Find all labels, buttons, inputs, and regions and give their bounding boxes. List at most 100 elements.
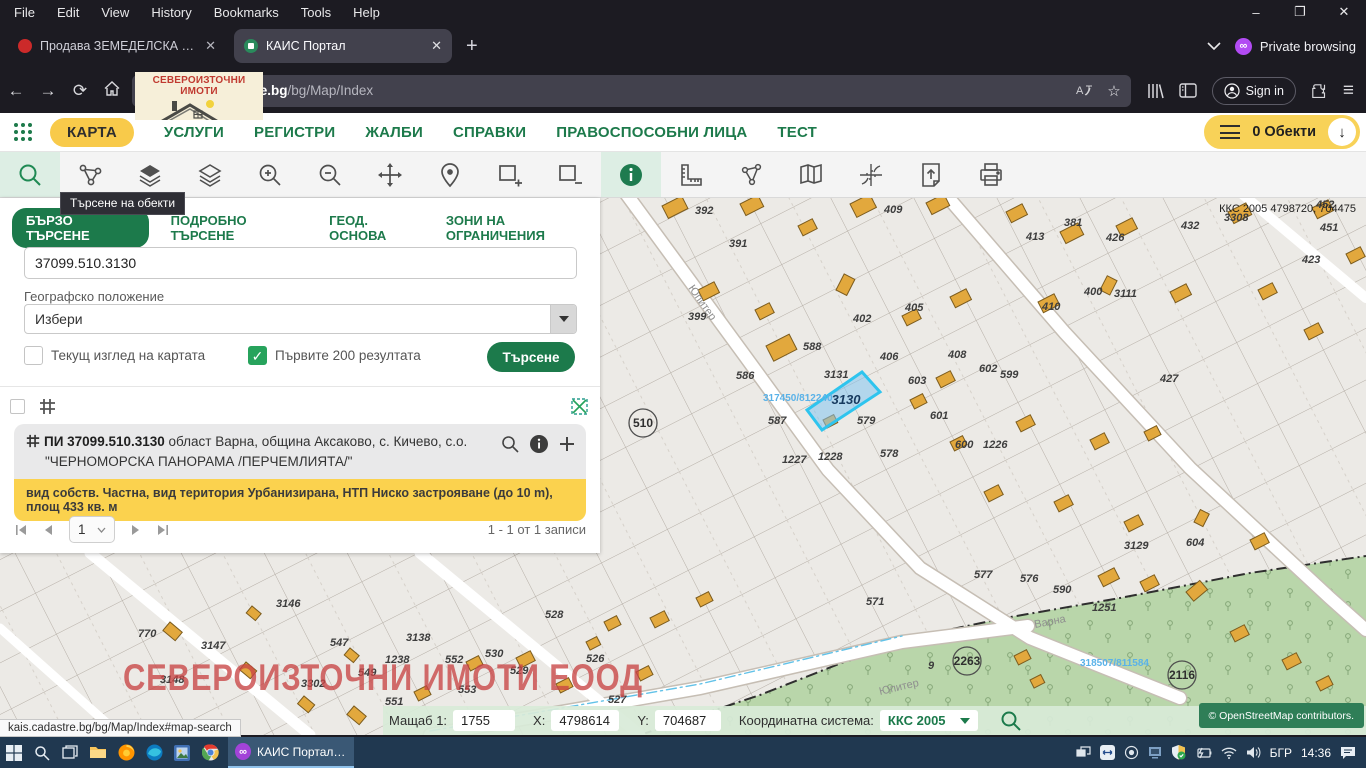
tab-restriction-zones[interactable]: ЗОНИ НА ОГРАНИЧЕНИЯ <box>446 213 600 243</box>
file-explorer-icon[interactable] <box>84 737 112 768</box>
selection-tool-icon[interactable] <box>571 398 588 420</box>
start-button[interactable] <box>0 737 28 768</box>
coordinates-grid-tool[interactable] <box>841 152 901 197</box>
window-restore-button[interactable]: ❐ <box>1278 4 1322 20</box>
export-tool[interactable] <box>901 152 961 197</box>
page-number-select[interactable]: 1 <box>69 516 115 543</box>
search-objects-tool[interactable] <box>0 152 60 197</box>
add-result-icon[interactable] <box>558 435 576 453</box>
tab-detailed-search[interactable]: ПОДРОБНО ТЪРСЕНЕ <box>171 213 307 243</box>
tray-volume-icon[interactable] <box>1246 746 1261 759</box>
photos-app-icon[interactable] <box>168 737 196 768</box>
translate-icon[interactable]: A <box>1076 83 1093 98</box>
basemap-tool[interactable] <box>781 152 841 197</box>
extensions-puzzle-icon[interactable] <box>1311 82 1328 99</box>
window-close-button[interactable]: ✕ <box>1322 4 1366 20</box>
select-all-checkbox[interactable] <box>10 399 25 414</box>
zoom-to-result-icon[interactable] <box>500 434 520 454</box>
tray-record-icon[interactable] <box>1124 745 1139 760</box>
menu-help[interactable]: Help <box>353 5 380 20</box>
tab-kais-portal[interactable]: КАИС Портал ✕ <box>234 29 452 63</box>
tab-geodetic-base[interactable]: ГЕОД. ОСНОВА <box>329 213 424 243</box>
task-view-button[interactable] <box>56 737 84 768</box>
menu-file[interactable]: File <box>14 5 35 20</box>
search-input[interactable] <box>24 247 577 279</box>
bookmark-star-icon[interactable]: ☆ <box>1107 82 1120 100</box>
search-button[interactable]: Търсене <box>487 342 575 372</box>
nav-item-spravki[interactable]: СПРАВКИ <box>453 124 526 141</box>
result-item[interactable]: ПИ 37099.510.3130 област Варна, община А… <box>14 424 586 521</box>
zoom-rect-out-tool[interactable] <box>540 152 600 197</box>
tray-wifi-icon[interactable] <box>1221 747 1237 759</box>
apps-grid-icon[interactable] <box>12 120 36 144</box>
url-bar[interactable]: kais.cadastre.bg/bg/Map/Index A ☆ <box>132 75 1131 107</box>
zoom-out-tool[interactable] <box>300 152 360 197</box>
notification-center-icon[interactable] <box>1340 746 1356 760</box>
objects-count-button[interactable]: 0 Обекти ↓ <box>1204 115 1360 149</box>
taskbar-search-button[interactable] <box>28 737 56 768</box>
osm-attribution[interactable]: © OpenStreetMap contributors. <box>1199 703 1364 728</box>
language-indicator[interactable]: БГР <box>1270 746 1292 760</box>
next-page-button[interactable] <box>131 524 141 536</box>
nav-item-zhalbi[interactable]: ЖАЛБИ <box>365 124 423 141</box>
tab-close-icon[interactable]: ✕ <box>205 38 216 54</box>
layers-list-tool[interactable] <box>180 152 240 197</box>
nav-item-pravosposobni[interactable]: ПРАВОСПОСОБНИ ЛИЦА <box>556 124 747 141</box>
select-dropdown-icon[interactable] <box>550 305 576 333</box>
pan-tool[interactable] <box>360 152 420 197</box>
scale-input[interactable]: 1755 <box>453 710 515 731</box>
x-coordinate[interactable]: 4798614 <box>551 710 619 731</box>
nav-item-test[interactable]: ТЕСТ <box>777 124 817 141</box>
reload-button[interactable]: ⟳ <box>64 81 96 101</box>
current-view-checkbox[interactable] <box>24 346 43 365</box>
last-page-button[interactable] <box>157 524 170 536</box>
first-page-button[interactable] <box>14 524 27 536</box>
back-button[interactable]: ← <box>0 81 32 101</box>
list-tabs-chevron-icon[interactable] <box>1207 42 1221 50</box>
sidebar-icon[interactable] <box>1179 83 1197 98</box>
clock[interactable]: 14:36 <box>1301 746 1331 760</box>
tray-security-shield-icon[interactable] <box>1171 745 1186 760</box>
zoom-rect-in-tool[interactable] <box>480 152 540 197</box>
tray-power-icon[interactable] <box>1195 747 1212 759</box>
menu-tools[interactable]: Tools <box>301 5 331 20</box>
app-menu-icon[interactable]: ≡ <box>1343 80 1354 102</box>
active-window-button[interactable]: ∞ КАИС Портал — Mo... <box>228 737 354 768</box>
polygon-select-tool[interactable] <box>721 152 781 197</box>
chrome-icon[interactable] <box>196 737 224 768</box>
menu-bookmarks[interactable]: Bookmarks <box>214 5 279 20</box>
first200-checkbox[interactable]: ✓ <box>248 346 267 365</box>
map-search-icon[interactable] <box>1000 710 1022 732</box>
zoom-in-tool[interactable] <box>240 152 300 197</box>
menu-view[interactable]: View <box>101 5 129 20</box>
result-info-icon[interactable] <box>529 434 549 454</box>
print-tool[interactable] <box>961 152 1021 197</box>
geo-position-select[interactable]: Избери <box>24 304 577 334</box>
tab-close-icon[interactable]: ✕ <box>431 38 442 54</box>
nav-item-uslugi[interactable]: УСЛУГИ <box>164 124 224 141</box>
menu-edit[interactable]: Edit <box>57 5 79 20</box>
home-button[interactable] <box>96 81 128 101</box>
new-tab-button[interactable]: + <box>466 35 478 58</box>
nav-item-registri[interactable]: РЕГИСТРИ <box>254 124 335 141</box>
tab-listing[interactable]: Продава ЗЕМЕДЕЛСКА ЗЕМЯ в ✕ <box>8 29 226 63</box>
route-measure-tool[interactable] <box>60 152 120 197</box>
tray-teamviewer-icon[interactable] <box>1100 745 1115 760</box>
layers-visible-tool[interactable] <box>120 152 180 197</box>
crs-select[interactable]: ККС 2005 <box>880 710 978 731</box>
menu-history[interactable]: History <box>151 5 191 20</box>
download-arrow-icon[interactable]: ↓ <box>1328 118 1356 146</box>
sign-in-button[interactable]: Sign in <box>1212 77 1296 105</box>
forward-button[interactable]: → <box>32 81 64 101</box>
tray-windows-icon[interactable] <box>1076 746 1091 759</box>
info-tool[interactable] <box>601 152 661 197</box>
measure-tool[interactable] <box>661 152 721 197</box>
locate-tool[interactable] <box>420 152 480 197</box>
edge-icon[interactable] <box>140 737 168 768</box>
prev-page-button[interactable] <box>43 524 53 536</box>
nav-item-karta[interactable]: КАРТА <box>50 118 134 147</box>
y-coordinate[interactable]: 704687 <box>655 710 721 731</box>
library-icon[interactable] <box>1147 83 1164 99</box>
tray-display-icon[interactable] <box>1148 746 1162 759</box>
window-minimize-button[interactable]: – <box>1234 5 1278 20</box>
